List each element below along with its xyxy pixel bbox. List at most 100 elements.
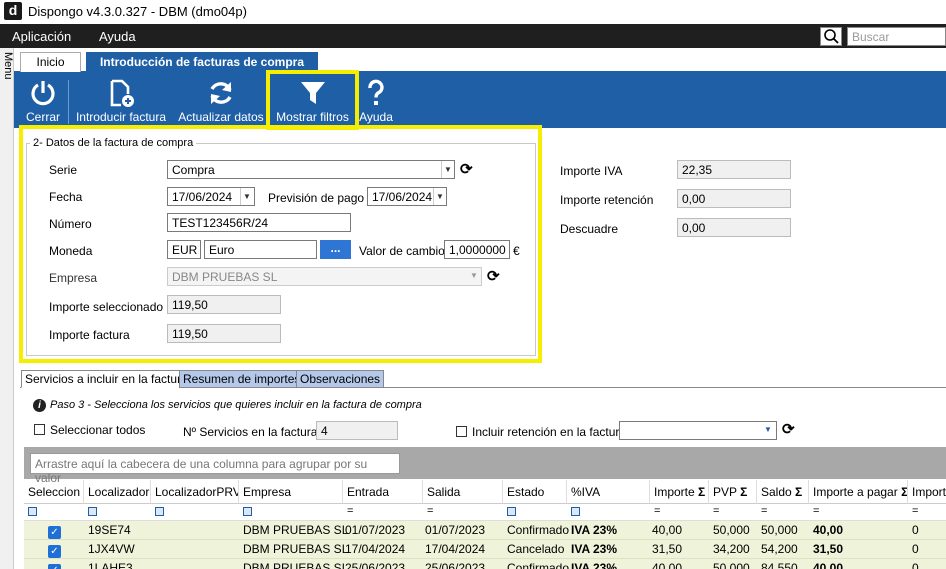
menu-ayuda[interactable]: Ayuda [99,29,136,44]
cell-importe-2: 0 [912,523,919,537]
tab-servicios[interactable]: Servicios a incluir en la factura [21,370,192,388]
cell-pvp: 50,000 [713,561,750,569]
col-pvp[interactable]: PVP Σ [709,480,757,504]
sum-icon: Σ [698,485,706,499]
close-button[interactable]: Cerrar [24,74,62,126]
cell-saldo: 84,550 [761,561,798,569]
cell-estado: Confirmado [507,523,570,537]
cell-importe-2: 0 [912,542,919,556]
col-iva[interactable]: %IVA [567,480,650,504]
help-icon [368,79,384,105]
col-localizador[interactable]: Localizador [84,480,151,504]
filter-importe[interactable]: = [650,504,709,521]
cell-empresa: DBM PRUEBAS SL [243,523,349,537]
retention-checkbox[interactable] [456,426,467,437]
col-saldo[interactable]: Saldo Σ [757,480,809,504]
tab-inicio[interactable]: Inicio [20,52,81,72]
cell-saldo: 50,000 [761,523,798,537]
col-importe-2[interactable]: Importe [908,480,946,504]
help-button[interactable]: Ayuda [357,74,395,126]
filter-pvp[interactable]: = [709,504,757,521]
col-seleccion[interactable]: Seleccion [24,480,84,504]
row-checkbox[interactable]: ✓ [44,540,65,559]
col-empresa[interactable]: Empresa [239,480,343,504]
col-importe[interactable]: Importe Σ [650,480,709,504]
refresh-data-button[interactable]: Actualizar datos [176,74,266,126]
invoice-group-highlight [19,125,542,363]
cell-estado: Confirmado [507,561,570,569]
cell-importe: 40,00 [652,561,683,569]
col-salida[interactable]: Salida [423,480,503,504]
service-count-label: Nº Servicios en la factura: [183,425,321,439]
menu-aplicacion[interactable]: Aplicación [12,29,71,44]
filter-localizador-prv[interactable] [151,504,239,521]
importe-iva-label: Importe IVA [560,164,623,178]
retention-select[interactable] [619,421,777,440]
menu-bar [0,24,946,48]
cell-iva: IVA 23% [571,542,618,556]
filters-highlight [266,70,359,130]
info-icon: i [33,399,46,412]
filter-saldo[interactable]: = [757,504,809,521]
col-importe-label: Importe [654,485,695,499]
tab-resumen-importes[interactable]: Resumen de importes [179,370,305,388]
cell-estado: Cancelado [507,542,565,556]
importe-retencion-label: Importe retención [560,193,654,207]
side-menu-label[interactable]: Menu [0,52,14,80]
cell-salida: 25/06/2023 [425,561,486,569]
check-icon: ✓ [48,526,61,539]
select-all-label[interactable]: Seleccionar todos [50,423,145,437]
filter-importe-pagar[interactable]: = [809,504,908,521]
descuadre-value: 0,00 [682,221,706,235]
cell-entrada: 25/06/2023 [345,561,406,569]
cell-pvp: 34,200 [713,542,750,556]
filter-icon [28,507,37,516]
new-document-icon [110,79,134,107]
service-count-value: 4 [321,424,328,438]
cell-localizador-prv [151,540,159,559]
filter-icon [507,507,516,516]
search-icon[interactable] [820,27,842,46]
step-instructions: Paso 3 - Selecciona los servicios que qu… [50,399,422,411]
new-invoice-button[interactable]: Introducir factura [72,74,170,126]
col-entrada[interactable]: Entrada [343,480,423,504]
cell-importe: 40,00 [652,523,683,537]
cell-iva: IVA 23% [571,523,618,537]
search-input[interactable]: Buscar [847,27,946,46]
cell-entrada: 17/04/2024 [345,542,406,556]
cell-salida: 01/07/2023 [425,523,486,537]
col-pvp-label: PVP [713,485,737,499]
col-saldo-label: Saldo [761,485,792,499]
app-logo: d [4,2,22,20]
filter-empresa[interactable] [239,504,343,521]
new-invoice-label: Introducir factura [75,110,167,124]
col-localizador-prv[interactable]: LocalizadorPRV [151,480,239,504]
filter-salida[interactable]: = [423,504,503,521]
side-menu-strip[interactable] [0,48,14,569]
chevron-down-icon[interactable]: ▼ [764,425,772,434]
filter-estado[interactable] [503,504,567,521]
retention-label[interactable]: Incluir retención en la factura [472,425,626,439]
tab-observaciones[interactable]: Observaciones [296,370,385,388]
importe-iva-field: 22,35 [677,160,791,179]
sum-icon: Σ [901,485,908,499]
col-estado[interactable]: Estado [503,480,567,504]
filter-entrada[interactable]: = [343,504,423,521]
retention-refresh-icon[interactable]: ⟳ [782,420,795,438]
filter-localizador[interactable] [84,504,151,521]
select-all-checkbox[interactable] [34,424,45,435]
row-checkbox[interactable]: ✓ [44,559,65,569]
tab-introduccion-facturas[interactable]: Introducción de facturas de compra [86,52,318,72]
row-checkbox[interactable]: ✓ [44,521,65,540]
cell-localizador-prv [151,559,159,569]
cell-empresa: DBM PRUEBAS SL [243,561,349,569]
sum-icon: Σ [740,485,748,499]
col-importe-pagar[interactable]: Importe a pagar Σ [809,480,908,504]
filter-importe-2[interactable]: = [908,504,946,521]
filter-seleccion[interactable] [24,504,84,521]
filter-icon [155,507,164,516]
filter-iva[interactable] [567,504,650,521]
cell-importe-2: 0 [912,561,919,569]
cell-iva: IVA 23% [571,561,618,569]
group-by-hint[interactable]: Arrastre aquí la cabecera de una columna… [30,453,400,485]
